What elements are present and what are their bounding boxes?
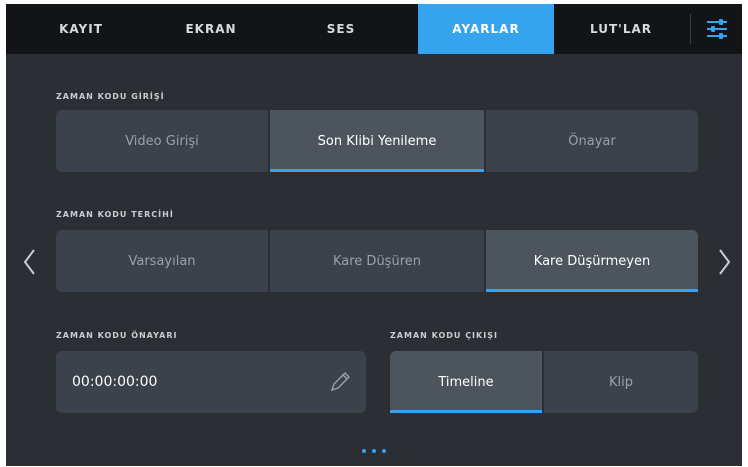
- option-video-input[interactable]: Video Girişi: [56, 110, 268, 172]
- option-default[interactable]: Varsayılan: [56, 230, 268, 292]
- tab-ekran[interactable]: EKRAN: [156, 4, 266, 54]
- timecode-output-label: ZAMAN KODU ÇIKIŞI: [390, 331, 498, 340]
- option-timeline[interactable]: Timeline: [390, 351, 542, 413]
- page-dot[interactable]: [372, 449, 376, 453]
- option-non-drop-frame[interactable]: Kare Düşürmeyen: [486, 230, 698, 292]
- settings-screen: KAYIT EKRAN SES AYARLAR LUT'LAR ZAMAN KO…: [6, 4, 742, 466]
- timecode-preset-field[interactable]: 00:00:00:00: [56, 351, 366, 413]
- page-indicator: [360, 447, 390, 455]
- chevron-right-icon[interactable]: [716, 248, 732, 276]
- tab-lutlar[interactable]: LUT'LAR: [566, 4, 676, 54]
- tab-kayit[interactable]: KAYIT: [26, 4, 136, 54]
- tab-ses[interactable]: SES: [286, 4, 396, 54]
- option-preset[interactable]: Önayar: [486, 110, 698, 172]
- timecode-preset-value: 00:00:00:00: [72, 374, 158, 390]
- option-last-clip[interactable]: Son Klibi Yenileme: [270, 110, 484, 172]
- option-clip[interactable]: Klip: [544, 351, 698, 413]
- page-dot[interactable]: [382, 449, 386, 453]
- tab-ayarlar[interactable]: AYARLAR: [418, 4, 554, 54]
- timecode-preference-label: ZAMAN KODU TERCİHİ: [56, 210, 174, 219]
- timecode-input-label: ZAMAN KODU GİRİŞİ: [56, 92, 165, 101]
- chevron-left-icon[interactable]: [22, 248, 38, 276]
- option-drop-frame[interactable]: Kare Düşüren: [270, 230, 484, 292]
- timecode-preset-label: ZAMAN KODU ÖNAYARI: [56, 331, 178, 340]
- tab-bar: KAYIT EKRAN SES AYARLAR LUT'LAR: [6, 4, 742, 54]
- pencil-icon[interactable]: [328, 370, 352, 394]
- page-dot[interactable]: [362, 449, 366, 453]
- sliders-icon[interactable]: [702, 17, 732, 41]
- tab-divider: [690, 14, 691, 44]
